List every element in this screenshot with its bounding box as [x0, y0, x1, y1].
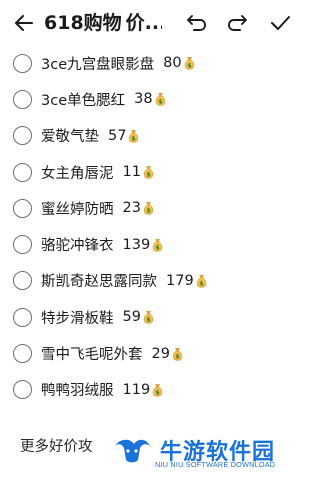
item-name: 特步滑板鞋 — [41, 310, 114, 327]
svg-text:$: $ — [199, 279, 204, 287]
title-prefix: 618购物 — [44, 12, 122, 34]
money-bag-icon: $ — [151, 238, 164, 252]
svg-text:$: $ — [146, 316, 151, 324]
checklist-item[interactable]: 特步滑板鞋 59 $ — [0, 299, 300, 335]
checkbox[interactable] — [13, 271, 32, 291]
item-price: 119 — [122, 381, 151, 398]
svg-text:$: $ — [175, 352, 180, 360]
item-name: 鸭鸭羽绒服 — [41, 383, 114, 400]
checkbox[interactable] — [13, 307, 32, 327]
checklist: 3ce九宫盘眼影盘 80 $3ce单色腮红 38 $ 爱敬气垫 57 $ 女主角唇泥 11 $ 蜜丝婷… — [0, 45, 300, 408]
item-text[interactable]: 3ce九宫盘眼影盘 80 $ — [41, 53, 196, 74]
item-text[interactable]: 斯凯奇赵思露同款 179 $ — [41, 270, 208, 291]
item-name: 3ce九宫盘眼影盘 — [41, 56, 155, 73]
item-text[interactable]: 雪中飞毛呢外套 29 $ — [41, 343, 184, 364]
item-name: 斯凯奇赵思露同款 — [41, 274, 157, 291]
checklist-item[interactable]: 鸭鸭羽绒服 119 $ — [0, 372, 300, 408]
item-text[interactable]: 鸭鸭羽绒服 119 $ — [41, 379, 164, 400]
svg-text:$: $ — [146, 207, 151, 215]
checklist-item[interactable]: 3ce九宫盘眼影盘 80 $ — [0, 45, 300, 81]
back-arrow-icon — [15, 15, 33, 31]
item-name: 雪中飞毛呢外套 — [41, 347, 143, 364]
item-name: 女主角唇泥 — [41, 165, 114, 182]
check-icon — [271, 16, 290, 30]
item-price: 38 — [134, 91, 153, 108]
item-price: 80 — [163, 55, 182, 72]
money-bag-icon: $ — [171, 347, 184, 361]
checkbox[interactable] — [13, 89, 32, 109]
checkbox[interactable] — [13, 380, 32, 400]
checklist-item[interactable]: 女主角唇泥 11 $ — [0, 154, 300, 190]
item-price: 59 — [122, 309, 141, 326]
checkbox[interactable] — [13, 344, 32, 364]
niuyou-logo — [115, 439, 150, 463]
checkbox[interactable] — [13, 235, 32, 255]
item-text[interactable]: 骆驼冲锋衣 139 $ — [41, 234, 164, 255]
item-name: 3ce单色腮红 — [41, 92, 126, 109]
undo-icon — [187, 15, 206, 31]
item-text[interactable]: 特步滑板鞋 59 $ — [41, 307, 155, 328]
item-price: 29 — [151, 345, 170, 362]
checklist-item[interactable]: 斯凯奇赵思露同款 179 $ — [0, 263, 300, 299]
checklist-item[interactable]: 爱敬气垫 57 $ — [0, 118, 300, 154]
svg-text:$: $ — [132, 134, 137, 142]
money-bag-icon: $ — [142, 165, 155, 179]
item-name: 蜜丝婷防晒 — [41, 201, 114, 218]
back-button[interactable] — [10, 9, 38, 37]
item-text[interactable]: 蜜丝婷防晒 23 $ — [41, 198, 155, 219]
watermark-subtitle: NIU NIU SOFTWARE DOWNLOAD — [155, 460, 276, 469]
item-text[interactable]: 3ce单色腮红 38 $ — [41, 89, 167, 110]
svg-text:$: $ — [187, 62, 192, 70]
item-name: 爱敬气垫 — [41, 129, 99, 146]
note-title[interactable]: 618购物 价... — [44, 10, 162, 36]
money-bag-icon: $ — [142, 201, 155, 216]
checkbox[interactable] — [13, 126, 32, 146]
checkbox[interactable] — [13, 162, 32, 182]
money-bag-icon: $ — [195, 274, 208, 288]
checklist-item[interactable]: 雪中飞毛呢外套 29 $ — [0, 335, 300, 371]
money-bag-icon: $ — [127, 129, 140, 143]
item-price: 11 — [122, 164, 141, 181]
item-price: 57 — [108, 127, 127, 144]
item-text[interactable]: 女主角唇泥 11 $ — [41, 162, 155, 183]
svg-text:$: $ — [158, 98, 163, 106]
svg-text:$: $ — [146, 171, 151, 179]
item-name: 骆驼冲锋衣 — [41, 238, 114, 255]
item-price: 179 — [166, 272, 194, 289]
watermark: 牛游软件园 NIU NIU SOFTWARE DOWNLOAD — [112, 436, 292, 474]
item-text[interactable]: 爱敬气垫 57 $ — [41, 125, 140, 146]
item-price: 23 — [122, 200, 141, 217]
checkbox[interactable] — [13, 198, 32, 218]
checkbox[interactable] — [13, 53, 32, 73]
title-suffix: 价... — [125, 12, 162, 34]
svg-text:$: $ — [155, 243, 160, 251]
top-toolbar: 618购物 价... — [0, 0, 300, 46]
money-bag-icon: $ — [142, 310, 155, 325]
undo-button[interactable] — [182, 9, 210, 37]
svg-text:$: $ — [155, 388, 160, 396]
item-price: 139 — [122, 236, 151, 253]
footer-text[interactable]: 更多好价攻 — [20, 435, 93, 456]
done-button[interactable] — [266, 9, 294, 37]
redo-button[interactable] — [224, 9, 252, 37]
redo-icon — [228, 15, 247, 31]
checklist-item[interactable]: 3ce单色腮红 38 $ — [0, 81, 300, 117]
money-bag-icon: $ — [183, 56, 196, 70]
checklist-item[interactable]: 蜜丝婷防晒 23 $ — [0, 190, 300, 226]
money-bag-icon: $ — [154, 92, 167, 107]
checklist-item[interactable]: 骆驼冲锋衣 139 $ — [0, 226, 300, 262]
money-bag-icon: $ — [151, 383, 164, 397]
